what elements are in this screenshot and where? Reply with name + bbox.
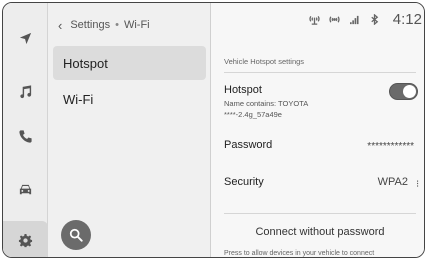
hotspot-name-line: Name contains: TOYOTA	[224, 99, 309, 108]
security-value[interactable]: WPA2	[378, 176, 408, 188]
nav-button-vehicle[interactable]	[3, 170, 48, 208]
bluetooth-icon	[371, 13, 379, 25]
hotspot-toggle[interactable]	[389, 83, 418, 100]
more-options-icon[interactable]: ⁝	[416, 179, 419, 190]
signal-waves-icon	[329, 15, 340, 23]
navigation-arrow-icon	[19, 32, 32, 44]
hotspot-title: Hotspot	[224, 84, 262, 96]
password-value[interactable]: ************	[367, 141, 414, 152]
gear-icon	[18, 233, 33, 247]
list-item-hotspot[interactable]: Hotspot	[53, 46, 206, 80]
breadcrumb-separator: •	[115, 19, 119, 31]
cellular-signal-icon	[349, 15, 359, 24]
connect-without-password-button[interactable]: Connect without password	[224, 221, 416, 243]
phone-icon	[19, 129, 32, 143]
list-item-label: Wi-Fi	[63, 91, 94, 107]
chevron-left-icon[interactable]: ‹	[58, 18, 62, 33]
head-unit-screen: ‹ Settings • Wi-Fi Hotspot Wi-Fi 4:12 Ve…	[2, 2, 425, 258]
breadcrumb-current: Wi-Fi	[123, 19, 150, 31]
security-label[interactable]: Security	[224, 176, 264, 188]
hotspot-ssid-line: ****-2.4g_57a49e	[224, 110, 282, 119]
nav-button-audio[interactable]	[3, 72, 48, 110]
footnote: Press to allow devices in your vehicle t…	[224, 250, 375, 257]
nav-rail	[3, 3, 48, 257]
status-bar: 4:12	[309, 9, 422, 29]
password-label[interactable]: Password	[224, 139, 272, 151]
list-item-label: Hotspot	[63, 55, 108, 71]
divider	[224, 72, 416, 73]
list-item-wifi[interactable]: Wi-Fi	[53, 82, 206, 116]
search-button[interactable]	[61, 220, 91, 250]
nav-button-navigation[interactable]	[3, 19, 48, 57]
clock: 4:12	[392, 10, 422, 28]
car-icon	[19, 184, 32, 194]
section-label: Vehicle Hotspot settings	[224, 57, 305, 66]
toggle-knob	[403, 85, 416, 98]
divider	[224, 213, 416, 214]
nav-button-phone[interactable]	[3, 117, 48, 155]
settings-list-pane: ‹ Settings • Wi-Fi Hotspot Wi-Fi	[48, 3, 211, 257]
nav-button-settings[interactable]	[3, 221, 48, 257]
hotspot-detail-pane: 4:12 Vehicle Hotspot settings Hotspot Na…	[211, 3, 424, 257]
breadcrumb-parent[interactable]: Settings	[70, 19, 110, 31]
breadcrumb[interactable]: ‹ Settings • Wi-Fi	[58, 15, 150, 35]
search-icon	[69, 228, 83, 242]
hotspot-antenna-icon	[309, 15, 320, 25]
music-note-icon	[20, 84, 32, 98]
